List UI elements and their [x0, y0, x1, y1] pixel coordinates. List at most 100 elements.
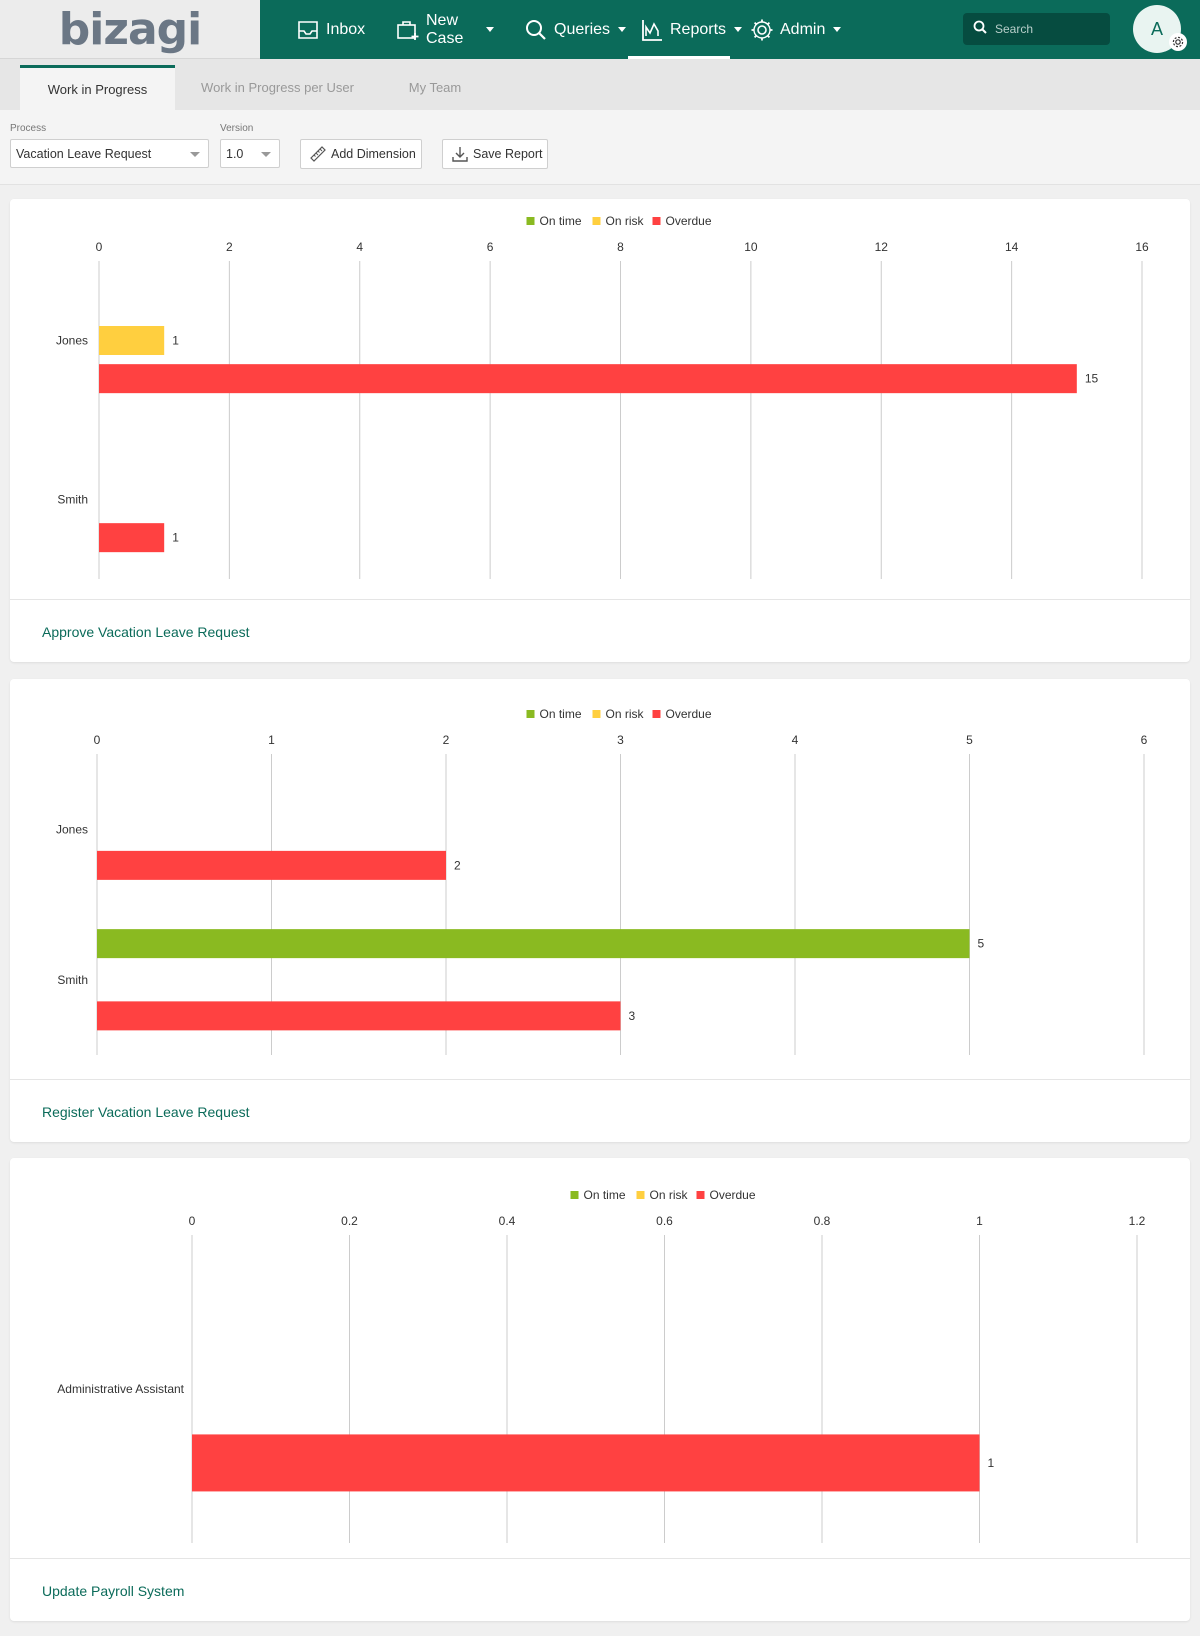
tick-label: 0	[189, 1214, 196, 1228]
tick-label: 10	[744, 240, 758, 254]
legend-label: On time	[540, 214, 582, 228]
bar	[99, 364, 1077, 394]
bar-chart: On time On risk Overdue 0 2 4 6 8 10 12 14 16 Jones 1…	[56, 214, 1149, 579]
search-icon	[973, 20, 987, 39]
avatar-letter: A	[1150, 18, 1163, 39]
tick-label: 12	[875, 240, 889, 254]
legend-swatch	[652, 710, 661, 718]
reports-chart-icon	[640, 18, 664, 42]
top-navigation-bar: bizagi Inbox New Case Queries Reports Ad…	[0, 0, 1200, 59]
legend-label: Overdue	[710, 1188, 756, 1202]
chevron-down-icon	[486, 27, 494, 32]
legend-swatch	[526, 710, 535, 718]
version-value: 1.0	[226, 146, 244, 161]
legend-swatch	[652, 217, 661, 225]
category-label: Smith	[57, 493, 88, 507]
data-label: 1	[988, 1456, 995, 1470]
legend-label: Overdue	[666, 214, 712, 228]
nav-admin-label: Admin	[780, 20, 826, 38]
card-divider	[10, 1558, 1190, 1559]
data-label: 2	[454, 858, 461, 872]
version-select[interactable]: 1.0	[220, 139, 280, 168]
tick-label: 3	[617, 733, 624, 747]
card-divider	[10, 1079, 1190, 1080]
save-report-label: Save Report	[473, 147, 543, 161]
bar	[97, 929, 970, 959]
bar	[97, 850, 446, 880]
bar	[192, 1434, 980, 1492]
gear-icon	[750, 18, 774, 42]
process-label: Process	[10, 123, 47, 134]
nav-admin[interactable]: Admin	[734, 0, 846, 59]
tick-label: 2	[226, 240, 233, 254]
nav-inbox-label: Inbox	[326, 20, 366, 38]
version-label: Version	[220, 123, 254, 134]
card-divider	[10, 599, 1190, 600]
bar-chart: On time On risk Overdue 0 1 2 3 4 5 6 Jones 2 Smith 5…	[56, 707, 1148, 1055]
tick-label: 0	[96, 240, 103, 254]
card-title-link[interactable]: Update Payroll System	[42, 1583, 184, 1599]
process-select[interactable]: Vacation Leave Request	[10, 139, 209, 168]
tick-label: 14	[1005, 240, 1019, 254]
tab-my-team[interactable]: My Team	[385, 65, 485, 110]
category-label: Jones	[56, 822, 88, 836]
legend-label: On time	[540, 707, 582, 721]
tick-label: 0.8	[814, 1214, 831, 1228]
inbox-icon	[296, 18, 320, 42]
bar-chart: On time On risk Overdue 0 0.2 0.4 0.6 0.8 1 1.2 Ad…	[57, 1188, 1146, 1543]
tick-label: 16	[1135, 240, 1149, 254]
legend-swatch	[636, 1191, 645, 1199]
tick-label: 6	[487, 240, 494, 254]
card-title-link[interactable]: Register Vacation Leave Request	[42, 1104, 250, 1120]
nav-queries[interactable]: Queries	[508, 0, 627, 59]
main-nav: Inbox New Case Queries Reports Admin	[280, 0, 846, 59]
new-case-icon	[396, 18, 420, 42]
search-input[interactable]	[995, 22, 1095, 36]
legend-swatch	[696, 1191, 705, 1199]
nav-new-case[interactable]: New Case	[380, 0, 508, 59]
tab-work-in-progress-per-user[interactable]: Work in Progress per User	[190, 65, 365, 110]
ruler-icon	[310, 146, 326, 162]
chevron-down-icon	[190, 152, 200, 157]
chevron-down-icon	[261, 152, 271, 157]
tab-work-in-progress[interactable]: Work in Progress	[20, 65, 175, 110]
tick-label: 0.6	[656, 1214, 673, 1228]
report-card: On time On risk Overdue 0 2 4 6 8 10 12 14 16 Jones 1…	[10, 199, 1190, 662]
tick-label: 2	[443, 733, 450, 747]
tick-label: 8	[617, 240, 624, 254]
report-filters: Process Vacation Leave Request Version 1…	[0, 110, 1200, 185]
logo-text: bizagi	[58, 3, 202, 55]
legend-label: On risk	[606, 707, 645, 721]
tick-label: 1	[976, 1214, 983, 1228]
data-label: 1	[172, 531, 179, 545]
legend-swatch	[592, 710, 601, 718]
category-label: Jones	[56, 334, 88, 348]
report-tabs: Work in Progress Work in Progress per Us…	[0, 59, 1200, 110]
bar	[99, 326, 165, 355]
tick-label: 0.4	[499, 1214, 516, 1228]
nav-reports[interactable]: Reports	[624, 0, 743, 59]
nav-inbox[interactable]: Inbox	[280, 0, 380, 59]
legend-label: On time	[584, 1188, 626, 1202]
bizagi-logo[interactable]: bizagi	[0, 0, 260, 59]
search-box	[963, 13, 1110, 45]
category-label: Administrative Assistant	[57, 1382, 184, 1396]
user-settings-gear-icon[interactable]	[1169, 33, 1187, 51]
data-label: 1	[172, 334, 179, 348]
report-card: On time On risk Overdue 0 1 2 3 4 5 6 Jones 2 Smith 5…	[10, 679, 1190, 1142]
legend-label: On risk	[606, 214, 645, 228]
tick-label: 0.2	[341, 1214, 358, 1228]
data-label: 3	[629, 1009, 636, 1023]
tick-label: 1	[268, 733, 275, 747]
add-dimension-button[interactable]: Add Dimension	[300, 139, 422, 169]
bar	[97, 1001, 621, 1031]
tick-label: 5	[966, 733, 973, 747]
save-report-button[interactable]: Save Report	[442, 139, 548, 169]
tick-label: 1.2	[1129, 1214, 1146, 1228]
nav-queries-label: Queries	[554, 20, 611, 38]
tick-label: 4	[792, 733, 799, 747]
card-title-link[interactable]: Approve Vacation Leave Request	[42, 624, 250, 640]
tick-label: 0	[94, 733, 101, 747]
process-value: Vacation Leave Request	[16, 146, 152, 161]
tick-label: 6	[1141, 733, 1148, 747]
